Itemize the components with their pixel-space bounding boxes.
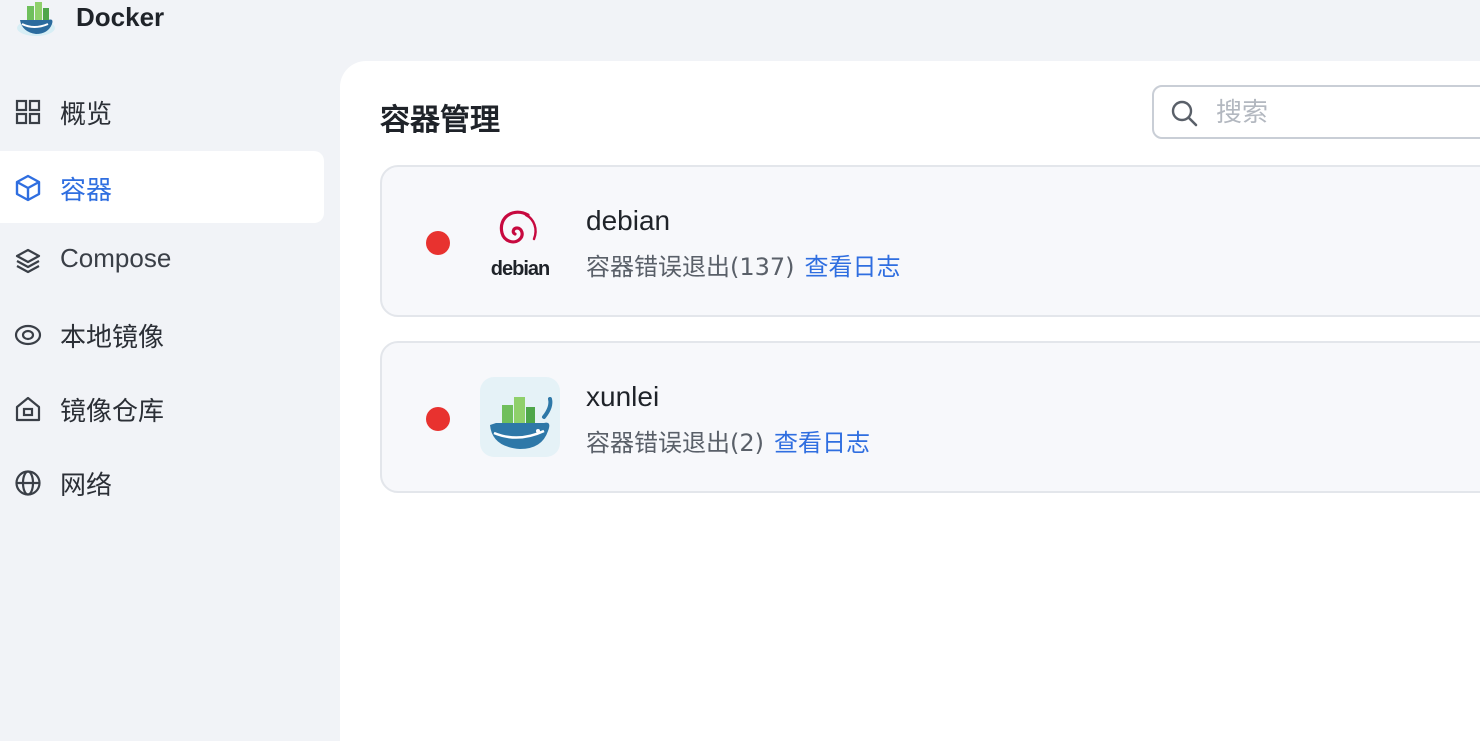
grid-icon <box>15 99 41 125</box>
sidebar-item-image-registry[interactable]: 镜像仓库 <box>0 372 324 444</box>
disc-icon <box>14 324 42 346</box>
debian-logo-icon: debian <box>491 210 550 280</box>
layers-icon <box>15 248 41 274</box>
status-indicator <box>426 407 450 431</box>
globe-icon <box>15 470 41 496</box>
container-name: debian <box>586 205 671 236</box>
main-panel: 容器管理 debian debian 容器错误退出(137) 查看日志 <box>340 61 1480 741</box>
search-box[interactable] <box>1152 85 1480 139</box>
container-status-text: 容器错误退出(2) <box>586 429 764 457</box>
sidebar-item-label: Compose <box>60 243 172 273</box>
sidebar-item-overview[interactable]: 概览 <box>0 75 324 147</box>
app-title: Docker <box>76 2 165 32</box>
house-icon <box>15 396 41 422</box>
sidebar-item-network[interactable]: 网络 <box>0 446 324 518</box>
sidebar-item-local-images[interactable]: 本地镜像 <box>0 298 324 370</box>
container-name: xunlei <box>586 381 660 412</box>
view-logs-link[interactable]: 查看日志 <box>774 429 870 457</box>
sidebar-item-containers[interactable]: 容器 <box>0 151 324 223</box>
app-header: Docker <box>0 0 340 40</box>
container-card-xunlei[interactable]: xunlei 容器错误退出(2) 查看日志 <box>380 341 1480 493</box>
cube-icon <box>15 174 41 202</box>
xunlei-whale-logo-icon <box>480 377 560 457</box>
sidebar-item-compose[interactable]: Compose <box>0 224 324 296</box>
sidebar-item-label: 容器 <box>60 176 113 206</box>
sidebar-item-label: 镜像仓库 <box>60 397 165 427</box>
container-status-text: 容器错误退出(137) <box>586 253 795 281</box>
page-title: 容器管理 <box>380 103 500 138</box>
sidebar-item-label: 概览 <box>60 100 113 130</box>
container-status: 容器错误退出(137) 查看日志 <box>586 247 901 282</box>
search-icon <box>1171 100 1198 127</box>
status-indicator <box>426 231 450 255</box>
view-logs-link[interactable]: 查看日志 <box>805 253 901 281</box>
sidebar-item-label: 本地镜像 <box>60 323 165 353</box>
docker-logo-icon <box>17 2 55 36</box>
sidebar-item-label: 网络 <box>60 471 113 501</box>
container-status: 容器错误退出(2) 查看日志 <box>586 423 870 458</box>
svg-text:debian: debian <box>491 258 549 280</box>
search-input[interactable] <box>1214 93 1480 133</box>
container-card-debian[interactable]: debian debian 容器错误退出(137) 查看日志 <box>380 165 1480 317</box>
